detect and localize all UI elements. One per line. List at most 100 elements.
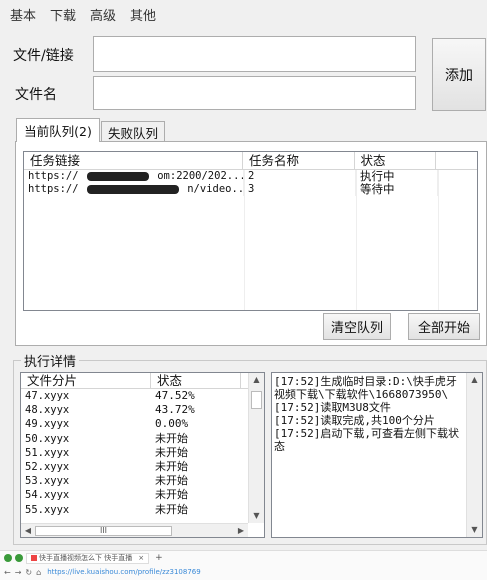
scroll-right-arrow-icon[interactable]: ▶ <box>234 526 248 535</box>
fragment-status: 未开始 <box>155 431 188 445</box>
fragment-status: 未开始 <box>155 474 188 488</box>
scroll-down-arrow-icon[interactable]: ▼ <box>249 509 264 523</box>
new-tab-button[interactable]: + <box>155 553 163 563</box>
fragment-name: 49.xyyx <box>25 418 70 431</box>
fragment-rows: 47.xyyx 47.52% 48.xyyx 43.72% 49.xyyx 0.00% 50… <box>21 389 264 517</box>
task-status-cell: 执行中 <box>356 170 438 183</box>
back-icon[interactable]: ← <box>4 568 11 577</box>
column-task-name[interactable]: 任务名称 <box>243 152 355 169</box>
log-line: [17:52]生成临时目录:D:\快手虎牙视频下载\下载软件\166807395… <box>274 375 457 401</box>
task-link-cell: https:// n/video... <box>24 183 244 196</box>
queue-list: 任务链接 任务名称 状态 https:// om:2200/202... 2 执… <box>23 151 478 311</box>
fragment-name: 55.xyyx <box>25 503 70 516</box>
browser-addressbar: ← → ↻ ⌂ https://live.kuaishou.com/profil… <box>0 565 487 579</box>
column-divider <box>356 170 357 310</box>
fragment-status: 43.72% <box>155 403 195 417</box>
fragment-name: 51.xyyx <box>25 446 70 459</box>
fragment-status: 未开始 <box>155 488 188 502</box>
menu-basic[interactable]: 基本 <box>10 5 36 24</box>
scroll-up-arrow-icon[interactable]: ▲ <box>467 373 482 387</box>
fragment-name: 53.xyyx <box>25 475 70 488</box>
start-all-button[interactable]: 全部开始 <box>408 313 480 340</box>
task-status-cell: 等待中 <box>356 183 438 196</box>
task-link-prefix: https:// <box>28 170 79 182</box>
scroll-left-arrow-icon[interactable]: ◀ <box>21 526 35 535</box>
menu-bar: 基本 下载 高级 其他 <box>0 0 487 28</box>
fragment-name: 50.xyyx <box>25 432 70 445</box>
browser-strip: 快手直播视频怎么下 快手直播 × + ← → ↻ ⌂ https://live.… <box>0 550 487 580</box>
task-name-cell: 3 <box>244 183 356 196</box>
list-item[interactable]: 48.xyyx 43.72% <box>21 403 264 417</box>
redaction-mark <box>86 184 179 194</box>
fragment-status: 47.52% <box>155 389 195 402</box>
task-link-cell: https:// om:2200/202... <box>24 170 244 183</box>
scroll-down-arrow-icon[interactable]: ▼ <box>467 523 482 537</box>
forward-icon[interactable]: → <box>15 568 22 577</box>
browser-tabbar: 快手直播视频怎么下 快手直播 × + <box>0 551 487 565</box>
column-fragment[interactable]: 文件分片 <box>21 373 151 388</box>
hscroll-thumb[interactable]: III <box>35 525 172 536</box>
file-name-input[interactable] <box>93 76 416 110</box>
reload-icon[interactable]: ↻ <box>25 568 32 577</box>
column-divider <box>244 170 245 310</box>
column-divider <box>438 170 439 310</box>
task-link-prefix: https:// <box>28 183 79 195</box>
fragment-status: 0.00% <box>155 417 189 431</box>
tab-failed-queue[interactable]: 失败队列 <box>101 121 165 142</box>
clear-queue-button[interactable]: 清空队列 <box>323 313 391 340</box>
list-item[interactable]: 52.xyyx 未开始 <box>21 460 264 474</box>
task-link-suffix: n/video... <box>187 183 244 195</box>
fragment-status: 未开始 <box>155 459 188 473</box>
table-row[interactable]: https:// om:2200/202... 2 执行中 <box>24 170 477 183</box>
fragment-name: 47.xyyx <box>25 390 70 402</box>
browser-tab-title: 快手直播视频怎么下 快手直播 <box>39 554 133 562</box>
menu-other[interactable]: 其他 <box>130 5 156 24</box>
fragment-name: 54.xyyx <box>25 489 70 502</box>
column-task-link[interactable]: 任务链接 <box>24 152 243 169</box>
fragment-list-header: 文件分片 状态 <box>21 373 264 389</box>
redaction-mark <box>86 171 149 181</box>
task-name-cell: 2 <box>244 170 356 183</box>
list-item[interactable]: 51.xyyx 未开始 <box>21 446 264 460</box>
tab-current-queue[interactable]: 当前队列(2) <box>16 118 100 142</box>
list-item[interactable]: 53.xyyx 未开始 <box>21 474 264 488</box>
home-icon[interactable]: ⌂ <box>36 568 41 577</box>
list-item[interactable]: 49.xyyx 0.00% <box>21 417 264 431</box>
file-link-input[interactable] <box>93 36 416 72</box>
log-line: [17:52]读取完成,共100个分片 <box>274 414 435 427</box>
fragment-hscrollbar[interactable]: ◀ III ▶ <box>21 523 248 537</box>
log-text: [17:52]生成临时目录:D:\快手虎牙视频下载\下载软件\166807395… <box>274 375 464 453</box>
file-name-label: 文件名 <box>15 87 57 103</box>
close-tab-icon[interactable]: × <box>138 554 144 562</box>
list-item[interactable]: 54.xyyx 未开始 <box>21 488 264 502</box>
browser-tab[interactable]: 快手直播视频怎么下 快手直播 × <box>26 552 150 564</box>
scroll-up-arrow-icon[interactable]: ▲ <box>249 373 264 387</box>
log-box[interactable]: [17:52]生成临时目录:D:\快手虎牙视频下载\下载软件\166807395… <box>271 372 483 538</box>
table-row[interactable]: https:// n/video... 3 等待中 <box>24 183 477 196</box>
fragment-status: 未开始 <box>155 502 188 516</box>
log-vscrollbar[interactable]: ▲ ▼ <box>466 373 482 537</box>
fragment-status: 未开始 <box>155 445 188 459</box>
log-line: [17:52]读取M3U8文件 <box>274 401 391 414</box>
details-group-title: 执行详情 <box>21 351 80 370</box>
add-button[interactable]: 添加 <box>432 38 486 111</box>
fragment-vscrollbar[interactable]: ▲ ▼ <box>248 373 264 523</box>
column-status[interactable]: 状态 <box>355 152 437 169</box>
address-url[interactable]: https://live.kuaishou.com/profile/zz3108… <box>47 568 201 576</box>
list-item[interactable]: 55.xyyx 未开始 <box>21 503 264 517</box>
queue-list-header: 任务链接 任务名称 状态 <box>24 152 477 170</box>
menu-download[interactable]: 下载 <box>50 5 76 24</box>
browser-icon[interactable] <box>15 554 23 562</box>
list-item[interactable]: 50.xyyx 未开始 <box>21 432 264 446</box>
fragment-name: 48.xyyx <box>25 404 70 417</box>
fragment-list: 文件分片 状态 47.xyyx 47.52% 48.xyyx 43.72% 49.xyy… <box>20 372 265 538</box>
browser-icon[interactable] <box>4 554 12 562</box>
column-fragment-status[interactable]: 状态 <box>151 373 241 388</box>
scroll-thumb[interactable] <box>251 391 262 409</box>
fragment-name: 52.xyyx <box>25 460 70 473</box>
list-item[interactable]: 47.xyyx 47.52% <box>21 389 264 403</box>
favicon-icon <box>31 555 37 561</box>
file-link-label: 文件/链接 <box>13 48 74 64</box>
menu-advanced[interactable]: 高级 <box>90 5 116 24</box>
task-link-suffix: om:2200/202... <box>157 170 244 182</box>
